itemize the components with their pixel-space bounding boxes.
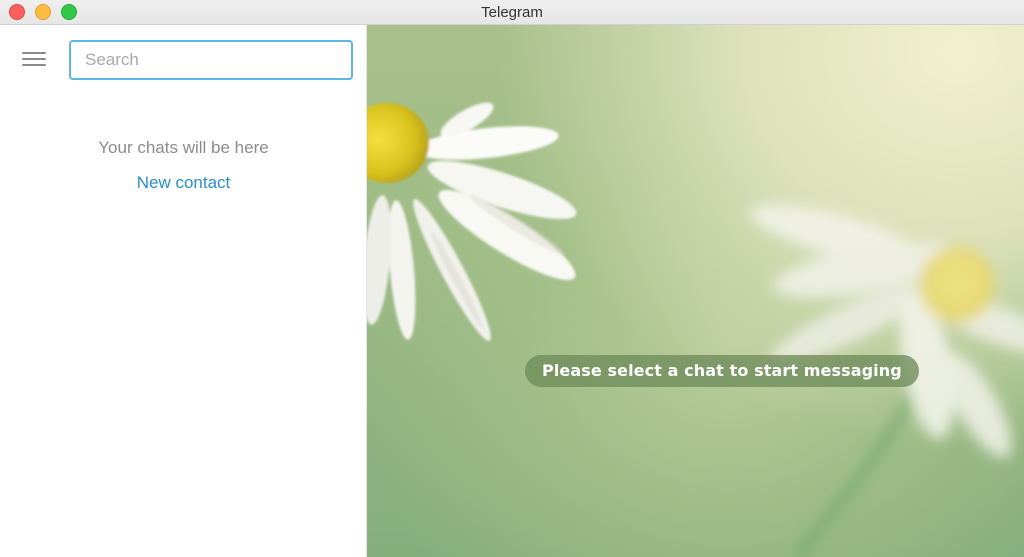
chat-area: Please select a chat to start messaging [367, 25, 1024, 557]
new-contact-link[interactable]: New contact [0, 173, 367, 193]
select-chat-status-badge: Please select a chat to start messaging [525, 355, 919, 387]
chat-list-sidebar: Your chats will be here New contact [0, 25, 367, 557]
daisy-background-image [367, 102, 1024, 557]
search-input[interactable] [69, 40, 353, 80]
app-window: Telegram Your chats will be here New con… [0, 0, 1024, 557]
window-title: Telegram [481, 4, 543, 21]
empty-chats-message: Your chats will be here [98, 138, 269, 157]
hamburger-menu-icon[interactable] [22, 52, 46, 69]
title-bar: Telegram [0, 0, 1024, 25]
